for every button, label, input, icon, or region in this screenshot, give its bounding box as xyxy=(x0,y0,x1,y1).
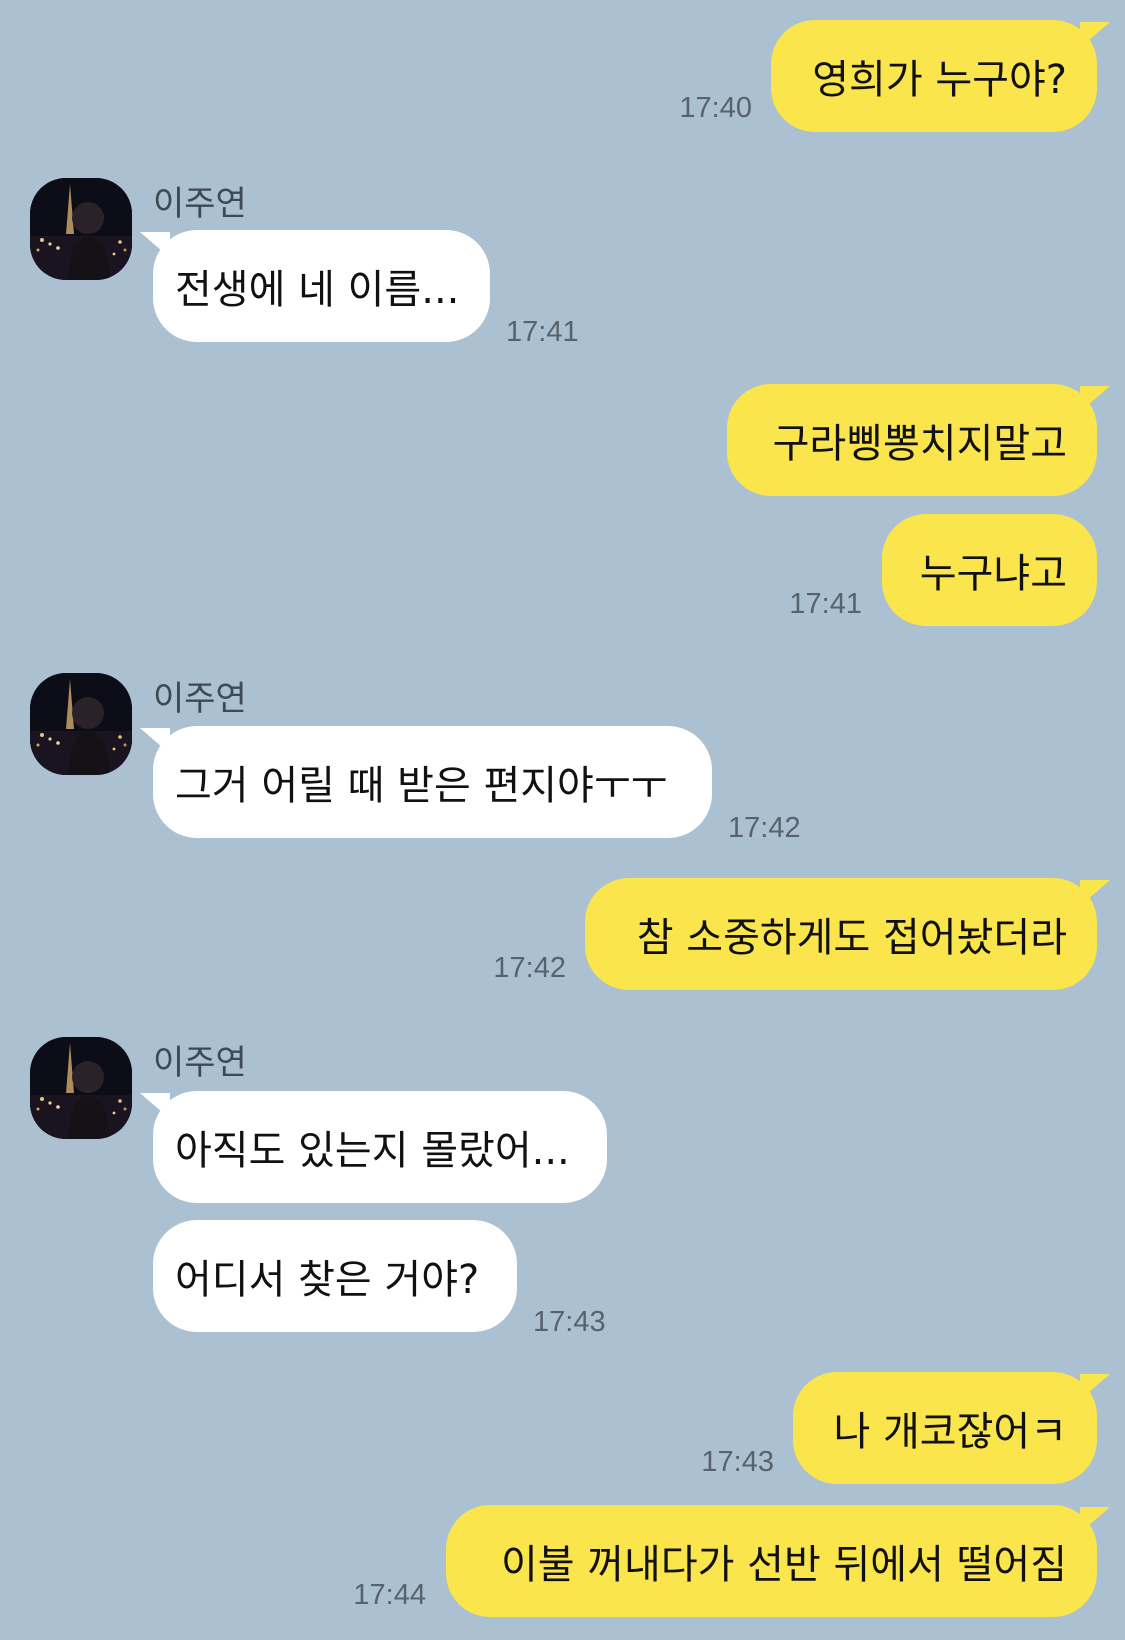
message-text: 어디서 찾은 거야? xyxy=(175,1257,480,1303)
message-text: 누구냐고 xyxy=(919,551,1067,597)
contact-avatar[interactable] xyxy=(30,673,132,775)
message-text: 그거 어릴 때 받은 편지야ㅜㅜ xyxy=(175,763,668,809)
contact-name: 이주연 xyxy=(153,1043,247,1083)
my-message-bubble[interactable]: 누구냐고 xyxy=(882,514,1097,626)
message-time: 17:43 xyxy=(701,1446,774,1478)
their-message-bubble[interactable]: 어디서 찾은 거야? xyxy=(153,1220,517,1332)
my-message-bubble[interactable]: 참 소중하게도 접어놨더라 xyxy=(585,878,1097,990)
contact-avatar[interactable] xyxy=(30,1037,132,1139)
contact-avatar[interactable] xyxy=(30,178,132,280)
my-message-bubble[interactable]: 이불 꺼내다가 선반 뒤에서 떨어짐 xyxy=(446,1505,1097,1617)
message-text: 구라삥뽕치지말고 xyxy=(772,421,1067,467)
message-time: 17:44 xyxy=(353,1579,426,1611)
message-text: 영희가 누구야? xyxy=(812,57,1067,103)
message-time: 17:43 xyxy=(533,1306,606,1338)
bubble-tail xyxy=(1080,1507,1110,1533)
message-text: 아직도 있는지 몰랐어... xyxy=(175,1128,570,1174)
my-message-bubble[interactable]: 영희가 누구야? xyxy=(771,20,1097,132)
contact-name: 이주연 xyxy=(153,184,247,224)
bubble-tail xyxy=(1080,880,1110,906)
message-time: 17:42 xyxy=(728,812,801,844)
message-text: 이불 꺼내다가 선반 뒤에서 떨어짐 xyxy=(500,1542,1067,1588)
bubble-tail xyxy=(1080,1374,1110,1400)
message-time: 17:41 xyxy=(789,588,862,620)
their-message-bubble[interactable]: 전생에 네 이름... xyxy=(153,230,490,342)
message-text: 전생에 네 이름... xyxy=(175,267,460,313)
message-time: 17:40 xyxy=(679,92,752,124)
contact-name: 이주연 xyxy=(153,679,247,719)
bubble-tail xyxy=(140,1093,170,1119)
message-text: 참 소중하게도 접어놨더라 xyxy=(636,915,1067,961)
message-time: 17:42 xyxy=(493,952,566,984)
bubble-tail xyxy=(140,728,170,754)
their-message-bubble[interactable]: 아직도 있는지 몰랐어... xyxy=(153,1091,607,1203)
bubble-tail xyxy=(1080,22,1110,48)
message-time: 17:41 xyxy=(506,316,579,348)
message-text: 나 개코잖어ㅋ xyxy=(833,1409,1067,1455)
my-message-bubble[interactable]: 나 개코잖어ㅋ xyxy=(793,1372,1097,1484)
their-message-bubble[interactable]: 그거 어릴 때 받은 편지야ㅜㅜ xyxy=(153,726,712,838)
my-message-bubble[interactable]: 구라삥뽕치지말고 xyxy=(727,384,1097,496)
